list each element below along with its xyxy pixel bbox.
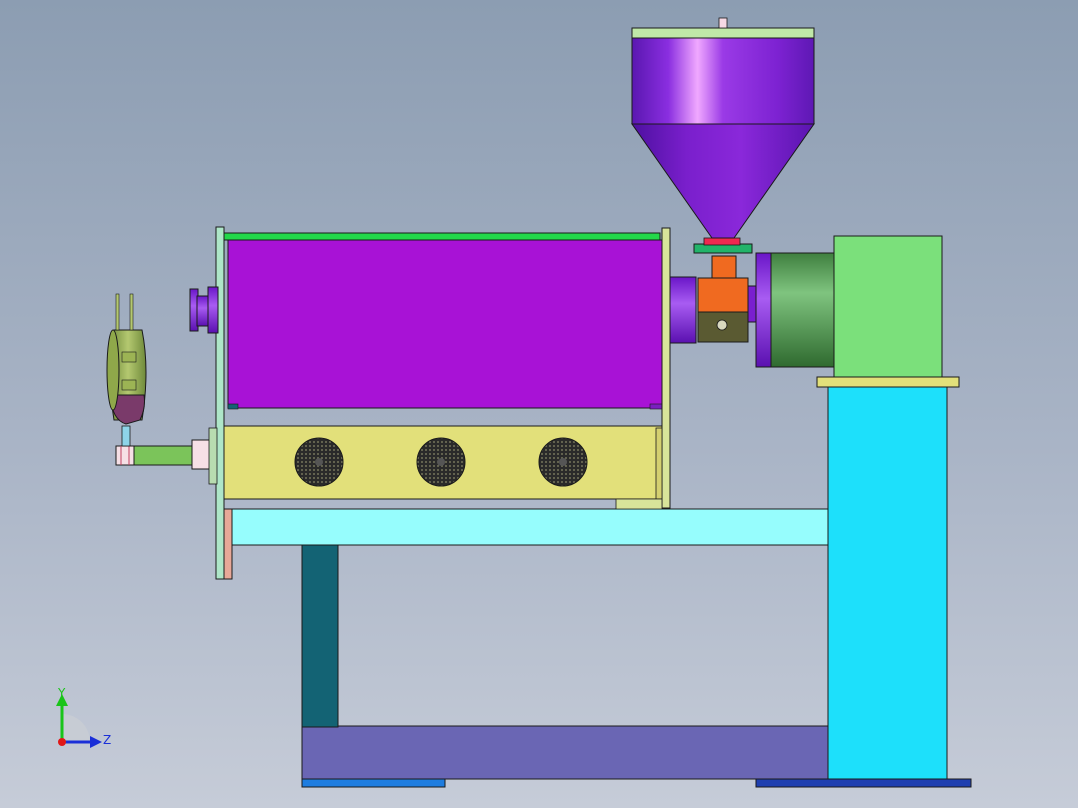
fan-1 bbox=[294, 437, 344, 487]
feed-throat bbox=[693, 237, 753, 343]
fan-box-right-bracket bbox=[655, 427, 663, 500]
fan-box-gusset bbox=[615, 498, 663, 510]
fan-box bbox=[223, 425, 663, 510]
x-axis-icon bbox=[58, 738, 66, 746]
housing-body bbox=[227, 239, 665, 409]
hopper-cone bbox=[631, 123, 815, 239]
right-foot bbox=[755, 778, 972, 788]
housing-left-lip bbox=[227, 403, 239, 410]
extruder-drawing bbox=[106, 17, 972, 788]
reel-spindle bbox=[121, 425, 131, 447]
fan-2 bbox=[416, 437, 466, 487]
left-foot bbox=[301, 778, 446, 788]
motor-end-cap bbox=[755, 252, 773, 368]
hopper bbox=[631, 17, 815, 239]
y-axis-label: Y bbox=[57, 686, 66, 700]
side-plate bbox=[215, 226, 225, 580]
z-axis-arrow-icon bbox=[90, 736, 102, 748]
base-plate bbox=[301, 725, 830, 780]
hopper-lid bbox=[631, 27, 815, 39]
arm-clamp bbox=[191, 439, 211, 470]
hopper-lid-knob bbox=[718, 17, 728, 29]
housing-right-frame bbox=[661, 227, 671, 509]
reel-arm bbox=[133, 445, 197, 466]
barrel-collar bbox=[669, 276, 697, 344]
column-cap-plate bbox=[816, 376, 960, 388]
reel-clamp bbox=[115, 445, 135, 466]
left-leg bbox=[301, 543, 339, 728]
triad-plane-quadrant bbox=[62, 714, 90, 742]
right-column bbox=[827, 385, 948, 780]
feed-throat-block bbox=[697, 277, 749, 313]
axis-triad[interactable]: Y Z bbox=[50, 684, 120, 754]
gearbox bbox=[833, 235, 943, 378]
fan-3 bbox=[538, 437, 588, 487]
cad-viewport[interactable]: Y Z bbox=[0, 0, 1078, 808]
housing-right-lip bbox=[649, 403, 663, 410]
drive-unit bbox=[747, 235, 943, 378]
hopper-upper-body bbox=[631, 37, 815, 125]
die-head bbox=[189, 286, 219, 334]
z-axis-label: Z bbox=[103, 733, 111, 747]
table-beam bbox=[227, 508, 829, 546]
housing-top-rail bbox=[223, 232, 661, 241]
beam-end-plate bbox=[223, 508, 233, 580]
feed-throat-neck bbox=[711, 255, 737, 281]
motor-body bbox=[770, 252, 836, 368]
